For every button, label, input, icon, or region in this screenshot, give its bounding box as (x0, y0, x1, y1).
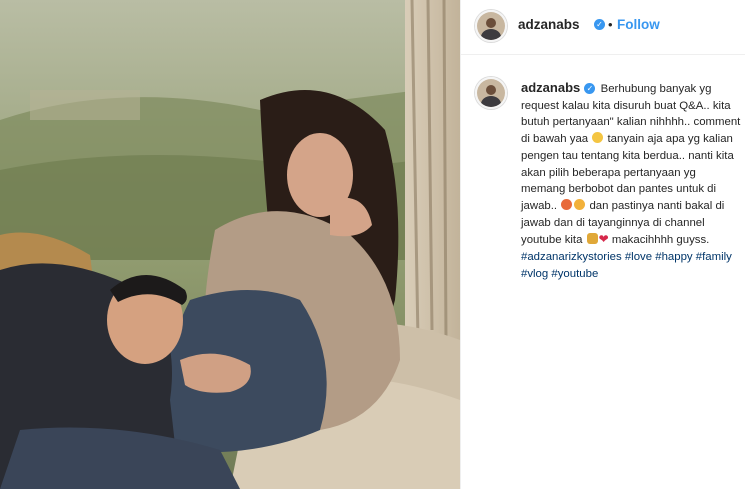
hashtag-link[interactable]: #happy (655, 251, 692, 263)
hashtag-link[interactable]: #family (696, 251, 732, 263)
caption-username[interactable]: adzanabs (521, 80, 580, 95)
hashtag-link[interactable]: #love (625, 251, 652, 263)
heart-eyes-emoji-icon (561, 198, 573, 210)
red-heart-emoji-icon: ❤ (598, 232, 609, 247)
verified-badge-icon: ✓ (594, 19, 605, 30)
post-side-panel: adzanabs ✓ • Follow adzanabs ✓ Berhubung… (460, 0, 745, 489)
kiss-emoji-icon (574, 198, 586, 210)
avatar-image (477, 79, 505, 107)
hashtag-link[interactable]: #vlog (521, 268, 548, 280)
post-caption: adzanabs ✓ Berhubung banyak yg request k… (521, 80, 743, 282)
post-header: adzanabs ✓ • Follow (461, 0, 745, 55)
post-photo[interactable] (0, 0, 460, 489)
avatar-image (477, 12, 505, 40)
follow-button[interactable]: Follow (617, 17, 660, 32)
hashtag-link[interactable]: #youtube (551, 268, 598, 280)
smile-emoji-icon (592, 132, 604, 144)
header-username[interactable]: adzanabs (518, 17, 580, 32)
caption-avatar[interactable] (475, 77, 507, 109)
verified-badge-icon: ✓ (584, 83, 596, 94)
post-photo-image (0, 0, 460, 489)
hashtag-link[interactable]: #adzanarizkystories (521, 251, 622, 263)
profile-avatar[interactable] (475, 10, 507, 42)
couple-emoji-icon (586, 233, 598, 245)
caption-text-4: makacihhhh guyss. (611, 234, 710, 247)
header-separator: • (608, 17, 613, 32)
